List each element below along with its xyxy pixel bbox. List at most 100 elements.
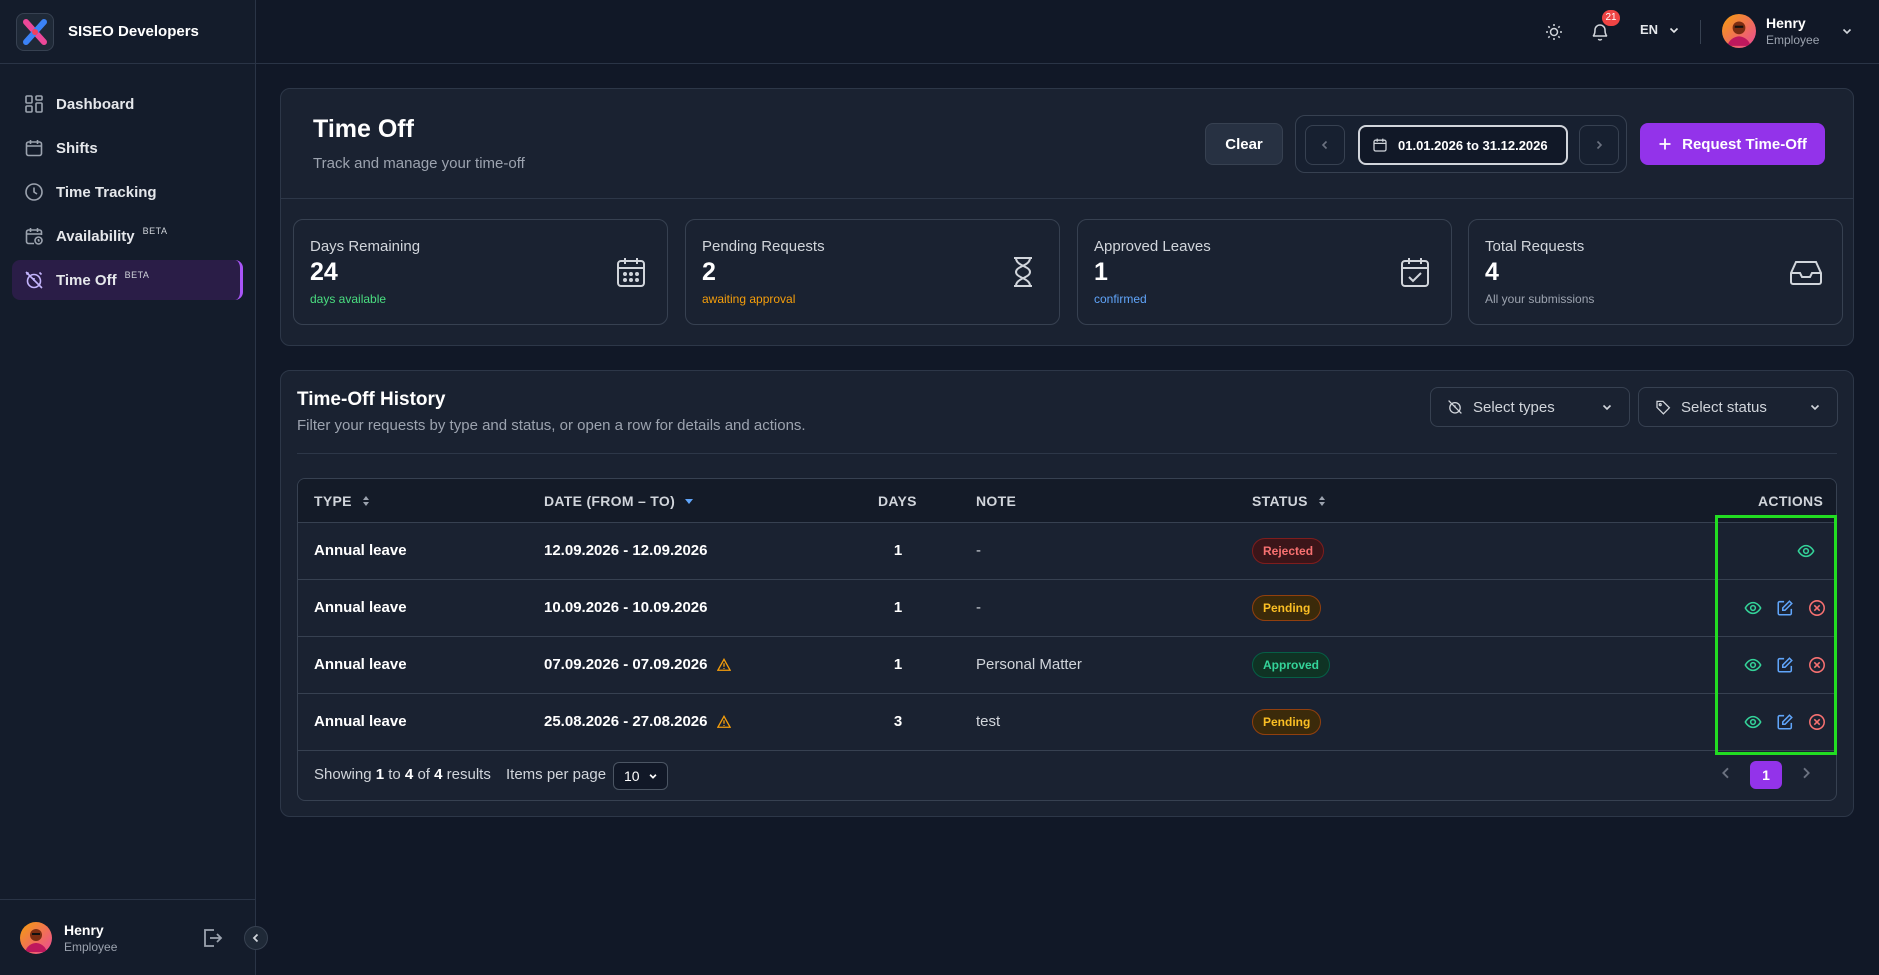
sidebar-item-label: Availability <box>56 227 135 245</box>
cell-date: 07.09.2026 - 07.09.2026 <box>544 656 732 673</box>
grid-icon <box>24 94 44 114</box>
top-bar: 21 EN Henry Employee <box>256 0 1879 64</box>
view-button[interactable] <box>1744 713 1762 731</box>
column-label: ACTIONS <box>1758 493 1824 509</box>
sidebar-item-label: Dashboard <box>56 95 135 113</box>
view-button[interactable] <box>1744 656 1762 674</box>
cancel-request-button[interactable] <box>1808 713 1826 731</box>
divider <box>297 453 1837 454</box>
results-text: of <box>417 766 430 783</box>
sidebar-item-time-tracking[interactable]: Time Tracking <box>12 172 243 212</box>
cancel-request-button[interactable] <box>1808 599 1826 617</box>
edit-button[interactable] <box>1776 713 1794 731</box>
stat-card-days-remaining: Days Remaining 24 days available <box>293 219 668 325</box>
edit-button[interactable] <box>1776 599 1794 617</box>
warning-icon <box>717 657 732 671</box>
divider <box>281 198 1853 199</box>
sidebar-item-time-off[interactable]: Time Off BETA <box>12 260 243 300</box>
results-to: 4 <box>404 766 414 783</box>
cell-days: 3 <box>893 713 903 730</box>
sidebar-nav: Dashboard Shifts Time Tracking Availabil… <box>0 64 255 300</box>
page-number-button[interactable]: 1 <box>1750 761 1782 789</box>
brand-name: SISEO Developers <box>68 23 199 40</box>
column-label: TYPE <box>314 493 352 509</box>
top-user-role: Employee <box>1766 33 1820 47</box>
sidebar-item-dashboard[interactable]: Dashboard <box>12 84 243 124</box>
prev-range-button[interactable] <box>1305 125 1345 165</box>
stat-note: confirmed <box>1094 292 1147 306</box>
cell-note: - <box>976 542 981 559</box>
beta-badge: BETA <box>124 270 150 280</box>
select-status-dropdown[interactable]: Select status <box>1638 387 1838 427</box>
select-types-dropdown[interactable]: Select types <box>1430 387 1630 427</box>
alarm-off-icon <box>24 270 44 290</box>
results-text: to <box>388 766 401 783</box>
sidebar-item-label: Time Tracking <box>56 183 157 201</box>
cell-date-text: 07.09.2026 - 07.09.2026 <box>544 656 708 673</box>
stat-label: Total Requests <box>1485 238 1585 255</box>
stat-note: awaiting approval <box>702 292 796 306</box>
top-user-name: Henry <box>1766 15 1806 31</box>
clear-button[interactable]: Clear <box>1205 123 1283 165</box>
eye-icon <box>1744 599 1762 617</box>
stat-note: days available <box>310 292 387 306</box>
select-status-label: Select status <box>1681 398 1767 416</box>
collapse-sidebar-button[interactable] <box>244 926 268 950</box>
logout-icon[interactable] <box>200 926 224 950</box>
items-per-page-value: 10 <box>624 768 640 784</box>
table-row[interactable]: Annual leave 10.09.2026 - 10.09.2026 1 - Pen… <box>298 580 1836 637</box>
stat-card-approved-leaves: Approved Leaves 1 confirmed <box>1077 219 1452 325</box>
view-button[interactable] <box>1797 542 1815 560</box>
eye-icon <box>1797 542 1815 560</box>
language-selector[interactable]: EN <box>1640 22 1680 37</box>
results-from: 1 <box>375 766 385 783</box>
cell-days: 1 <box>893 656 903 673</box>
next-page-button[interactable] <box>1798 765 1814 781</box>
table-row[interactable]: Annual leave 25.08.2026 - 27.08.2026 3 test… <box>298 694 1836 751</box>
cell-type: Annual leave <box>314 656 407 673</box>
sun-icon[interactable] <box>1544 22 1564 42</box>
edit-icon <box>1776 713 1794 731</box>
cell-days: 1 <box>893 542 903 559</box>
table-row[interactable]: Annual leave 12.09.2026 - 12.09.2026 1 - Rej… <box>298 523 1836 580</box>
items-per-page-select[interactable]: 10 <box>613 762 668 790</box>
cancel-request-button[interactable] <box>1808 656 1826 674</box>
sidebar-item-shifts[interactable]: Shifts <box>12 128 243 168</box>
page-subtitle: Track and manage your time-off <box>313 155 525 172</box>
clock-icon <box>24 182 44 202</box>
time-off-history-card: Time-Off History Filter your requests by… <box>280 370 1854 817</box>
avatar[interactable] <box>20 921 52 954</box>
table-header: TYPE DATE (FROM – TO) DAYS NOTE STATUS A… <box>298 479 1836 523</box>
column-header-status[interactable]: STATUS <box>1252 493 1326 509</box>
sidebar-item-label: Shifts <box>56 139 98 157</box>
sidebar: SISEO Developers Dashboard Shifts Time T… <box>0 0 268 975</box>
brand: SISEO Developers <box>0 0 255 64</box>
stat-value: 2 <box>702 258 716 286</box>
chevron-down-icon <box>1602 404 1612 411</box>
calendar-icon <box>1373 138 1387 152</box>
column-header-type[interactable]: TYPE <box>314 493 370 509</box>
calendar-grid-icon <box>613 254 649 290</box>
user-menu[interactable]: Henry Employee <box>1722 14 1853 48</box>
sidebar-item-availability[interactable]: Availability BETA <box>12 216 243 256</box>
stat-note: All your submissions <box>1485 292 1595 306</box>
view-button[interactable] <box>1744 599 1762 617</box>
tag-icon <box>1656 400 1671 415</box>
date-range-picker: 01.01.2026 to 31.12.2026 <box>1295 115 1627 173</box>
date-range-field[interactable]: 01.01.2026 to 31.12.2026 <box>1358 125 1568 165</box>
brand-logo-icon[interactable] <box>16 12 54 51</box>
chevron-down-icon <box>649 774 657 779</box>
sidebar-user-role: Employee <box>64 939 118 954</box>
hourglass-icon <box>1005 254 1041 290</box>
table-row[interactable]: Annual leave 07.09.2026 - 07.09.2026 1 Pers… <box>298 637 1836 694</box>
cell-note: test <box>976 713 1001 730</box>
edit-button[interactable] <box>1776 656 1794 674</box>
prev-page-button[interactable] <box>1718 765 1734 781</box>
column-header-date[interactable]: DATE (FROM – TO) <box>544 493 694 509</box>
warning-icon <box>717 714 732 728</box>
next-range-button[interactable] <box>1579 125 1619 165</box>
column-label: DATE (FROM – TO) <box>544 493 676 509</box>
stat-card-pending-requests: Pending Requests 2 awaiting approval <box>685 219 1060 325</box>
x-circle-icon <box>1808 713 1826 731</box>
request-time-off-button[interactable]: Request Time-Off <box>1640 123 1825 165</box>
